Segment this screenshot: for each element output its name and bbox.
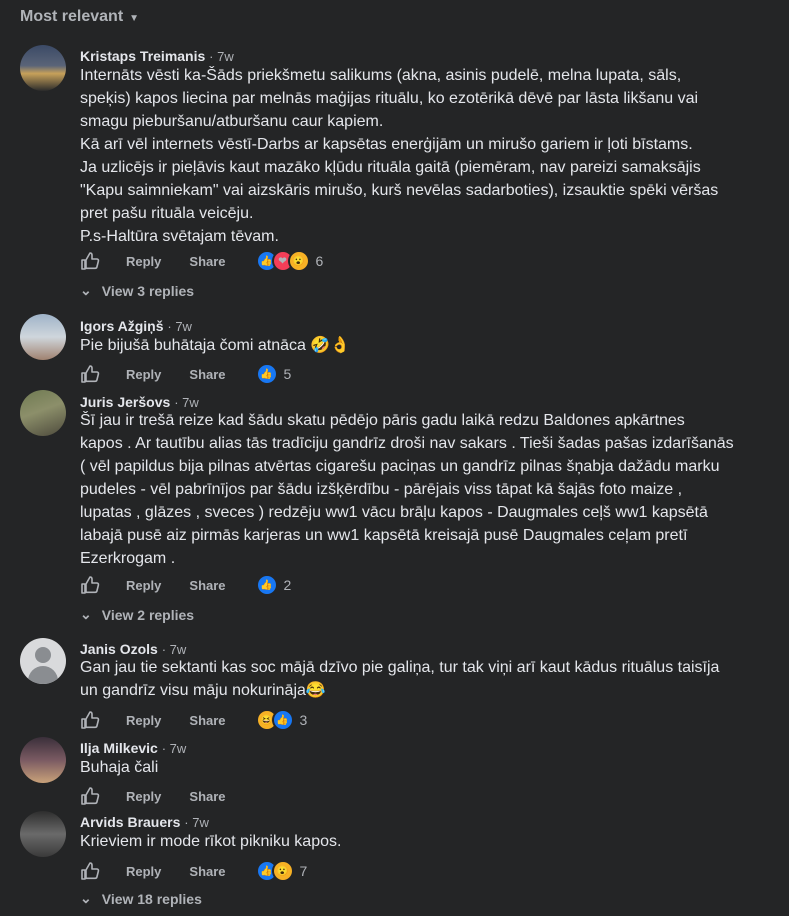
reaction-count: 6 — [315, 253, 324, 269]
author-name[interactable]: Janis Ozols — [80, 641, 158, 657]
share-button[interactable]: Share — [189, 789, 225, 804]
author-line: Arvids Brauers · 7w — [80, 814, 209, 830]
comment-actions: Reply Share 😆 👍 3 — [80, 708, 307, 732]
comment-text: Buhaja čali — [80, 759, 159, 776]
view-replies-label: View 3 replies — [101, 282, 195, 299]
avatar[interactable] — [20, 45, 66, 91]
like-reaction-icon: 👍 — [255, 574, 278, 596]
reaction-summary[interactable]: 👍 😮 7 — [255, 860, 308, 882]
reply-button[interactable]: Reply — [126, 254, 161, 269]
thumbs-up-icon[interactable] — [80, 861, 100, 881]
view-replies-link[interactable]: ⌄ View 2 replies — [80, 606, 194, 623]
comment-text: Krieviem ir mode rīkot pikniku kapos. — [80, 833, 342, 850]
ok-hand-emoji: 👌 — [330, 337, 351, 354]
reply-button[interactable]: Reply — [126, 367, 161, 382]
sort-dropdown[interactable]: Most relevant ▼ — [20, 8, 139, 26]
author-line: Juris Jeršovs · 7w — [80, 394, 199, 410]
avatar[interactable] — [20, 390, 66, 436]
view-replies-label: View 18 replies — [101, 890, 202, 907]
reaction-summary[interactable]: 😆 👍 3 — [255, 709, 308, 731]
avatar[interactable] — [20, 811, 66, 857]
author-name[interactable]: Igors Ažgiņš — [80, 318, 164, 334]
thumbs-up-icon[interactable] — [80, 786, 100, 806]
reaction-summary[interactable]: 👍 5 — [255, 363, 292, 385]
author-line: Igors Ažgiņš · 7w — [80, 318, 192, 334]
author-name[interactable]: Ilja Milkevic — [80, 740, 158, 756]
author-line: Kristaps Treimanis · 7w — [80, 48, 234, 64]
share-button[interactable]: Share — [189, 367, 225, 382]
thumbs-up-icon[interactable] — [80, 710, 100, 730]
reply-button[interactable]: Reply — [126, 789, 161, 804]
sort-label: Most relevant — [20, 8, 124, 25]
reaction-count: 2 — [283, 577, 292, 593]
share-button[interactable]: Share — [189, 864, 225, 879]
reply-button[interactable]: Reply — [126, 578, 161, 593]
author-line: Ilja Milkevic · 7w — [80, 740, 186, 756]
comment-text: Gan jau tie sektanti kas soc mājā dzīvo … — [80, 656, 770, 702]
thumbs-up-icon[interactable] — [80, 364, 100, 384]
comment-body: Gan jau tie sektanti kas soc mājā dzīvo … — [80, 659, 720, 699]
like-reaction-icon: 👍 — [255, 363, 278, 385]
view-replies-link[interactable]: ⌄ View 18 replies — [80, 890, 202, 907]
like-reaction-icon: 👍 — [271, 709, 294, 731]
author-name[interactable]: Kristaps Treimanis — [80, 48, 205, 64]
share-button[interactable]: Share — [189, 578, 225, 593]
chevron-down-icon: ⌄ — [80, 606, 92, 622]
comment-actions: Reply Share 👍 ❤ 😮 6 — [80, 249, 323, 273]
timestamp[interactable]: · 7w — [209, 49, 234, 64]
reaction-summary[interactable]: 👍 ❤ 😮 6 — [255, 250, 324, 272]
author-name[interactable]: Arvids Brauers — [80, 814, 180, 830]
chevron-down-icon: ⌄ — [80, 890, 92, 906]
reaction-count: 7 — [299, 863, 308, 879]
thumbs-up-icon[interactable] — [80, 251, 100, 271]
timestamp[interactable]: · 7w — [162, 741, 187, 756]
reaction-count: 3 — [299, 712, 308, 728]
author-line: Janis Ozols · 7w — [80, 641, 186, 657]
comment-actions: Reply Share 👍 5 — [80, 362, 291, 386]
avatar[interactable] — [20, 314, 66, 360]
comment-actions: Reply Share — [80, 784, 256, 808]
timestamp[interactable]: · 7w — [162, 642, 187, 657]
rofl-emoji: 🤣 — [310, 337, 331, 354]
comment-body: Pie bijušā buhātaja čomi atnāca — [80, 337, 306, 354]
avatar[interactable] — [20, 638, 66, 684]
avatar[interactable] — [20, 737, 66, 783]
chevron-down-icon: ⌄ — [80, 282, 92, 298]
caret-down-icon: ▼ — [129, 12, 140, 24]
view-replies-label: View 2 replies — [101, 606, 195, 623]
reaction-summary[interactable]: 👍 2 — [255, 574, 292, 596]
timestamp[interactable]: · 7w — [184, 815, 209, 830]
share-button[interactable]: Share — [189, 254, 225, 269]
thumbs-up-icon[interactable] — [80, 575, 100, 595]
view-replies-link[interactable]: ⌄ View 3 replies — [80, 282, 194, 299]
wow-reaction-icon: 😮 — [287, 250, 310, 272]
reaction-count: 5 — [283, 366, 292, 382]
laughing-emoji: 😂 — [305, 682, 326, 699]
comment-text: Šī jau ir trešā reize kad šādu skatu pēd… — [80, 412, 734, 567]
wow-reaction-icon: 😮 — [271, 860, 294, 882]
share-button[interactable]: Share — [189, 713, 225, 728]
comment-text: Pie bijušā buhātaja čomi atnāca 🤣👌 — [80, 334, 770, 357]
reply-button[interactable]: Reply — [126, 713, 161, 728]
reply-button[interactable]: Reply — [126, 864, 161, 879]
comment-actions: Reply Share 👍 2 — [80, 573, 291, 597]
timestamp[interactable]: · 7w — [174, 395, 199, 410]
timestamp[interactable]: · 7w — [167, 319, 192, 334]
author-name[interactable]: Juris Jeršovs — [80, 394, 170, 410]
comment-text: Internāts vēsti ka-Šāds priekšmetu salik… — [80, 67, 719, 245]
comment-actions: Reply Share 👍 😮 7 — [80, 859, 307, 883]
